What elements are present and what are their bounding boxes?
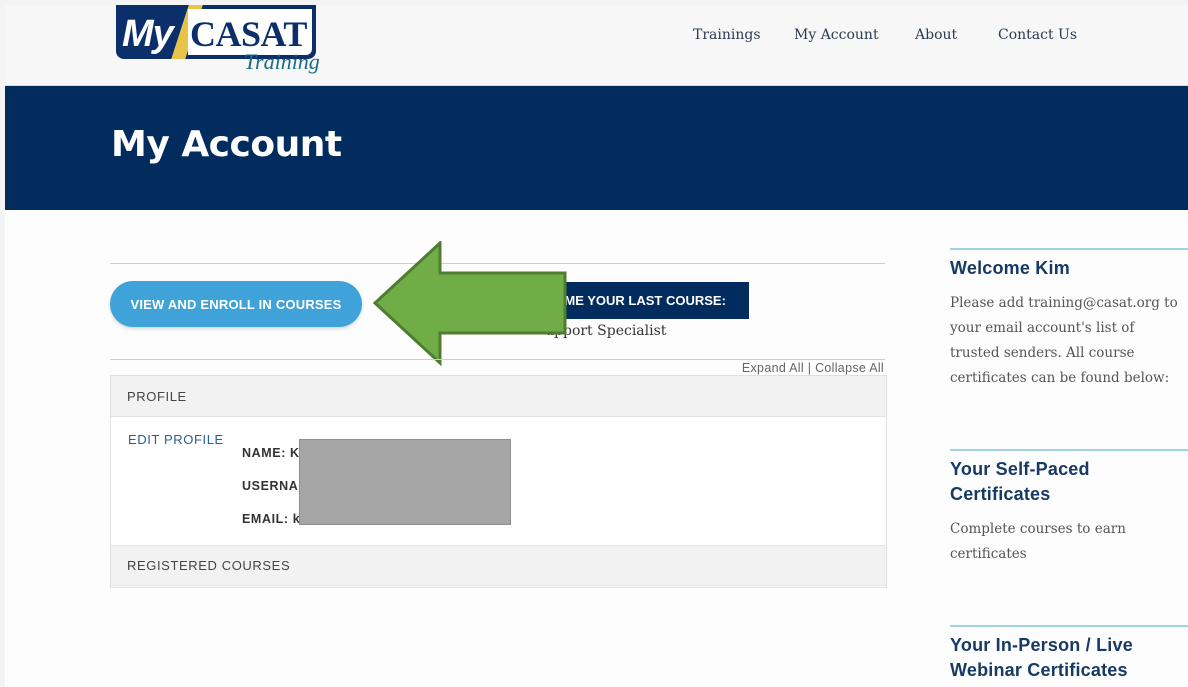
view-and-enroll-button[interactable]: VIEW AND ENROLL IN COURSES [110,281,362,327]
expand-all-link[interactable]: Expand All [742,361,804,375]
account-panel: PROFILE EDIT PROFILE NAME: K USERNA EMAI… [110,375,887,588]
name-field: NAME: K [242,446,300,460]
middle-divider [110,359,885,360]
self-paced-divider [950,449,1188,451]
username-field: USERNA [242,479,299,493]
nav-contact-us[interactable]: Contact Us [998,27,1077,43]
resume-last-course-label[interactable]: UME YOUR LAST COURSE: [545,282,749,319]
in-person-divider [950,625,1188,627]
expand-separator: | [807,361,812,375]
welcome-title: Welcome Kim [950,258,1070,278]
site-header: My CASAT Training Trainings My Account A… [5,5,1188,86]
main-nav: Trainings My Account About Contact Us [5,27,1188,51]
in-person-block: Your In-Person / Live Webinar Certificat… [950,625,1188,683]
registered-courses-header[interactable]: REGISTERED COURSES [111,545,886,586]
welcome-text: Please add training@casat.org to your em… [950,295,1178,386]
page-banner: My Account [5,86,1188,210]
email-field: EMAIL: k [242,512,301,526]
collapse-all-link[interactable]: Collapse All [815,361,884,375]
self-paced-block: Your Self-Paced Certificates Complete co… [950,449,1188,567]
nav-my-account[interactable]: My Account [794,27,879,43]
green-arrow-annotation [373,241,567,367]
welcome-divider [950,248,1188,250]
nav-about[interactable]: About [915,27,957,43]
logo-training-text: Training [244,49,320,74]
page: My CASAT Training Trainings My Account A… [5,5,1188,687]
self-paced-text: Complete courses to earn certificates [950,521,1126,562]
expand-collapse-controls: Expand All | Collapse All [742,361,884,375]
page-title: My Account [111,124,342,165]
welcome-block: Welcome Kim Please add training@casat.or… [950,248,1188,391]
edit-profile-link[interactable]: EDIT PROFILE [128,432,224,447]
nav-trainings[interactable]: Trainings [693,27,761,43]
self-paced-title: Your Self-Paced Certificates [950,459,1090,504]
in-person-title: Your In-Person / Live Webinar Certificat… [950,635,1133,680]
redaction-box [299,439,511,525]
profile-header[interactable]: PROFILE [111,376,886,417]
